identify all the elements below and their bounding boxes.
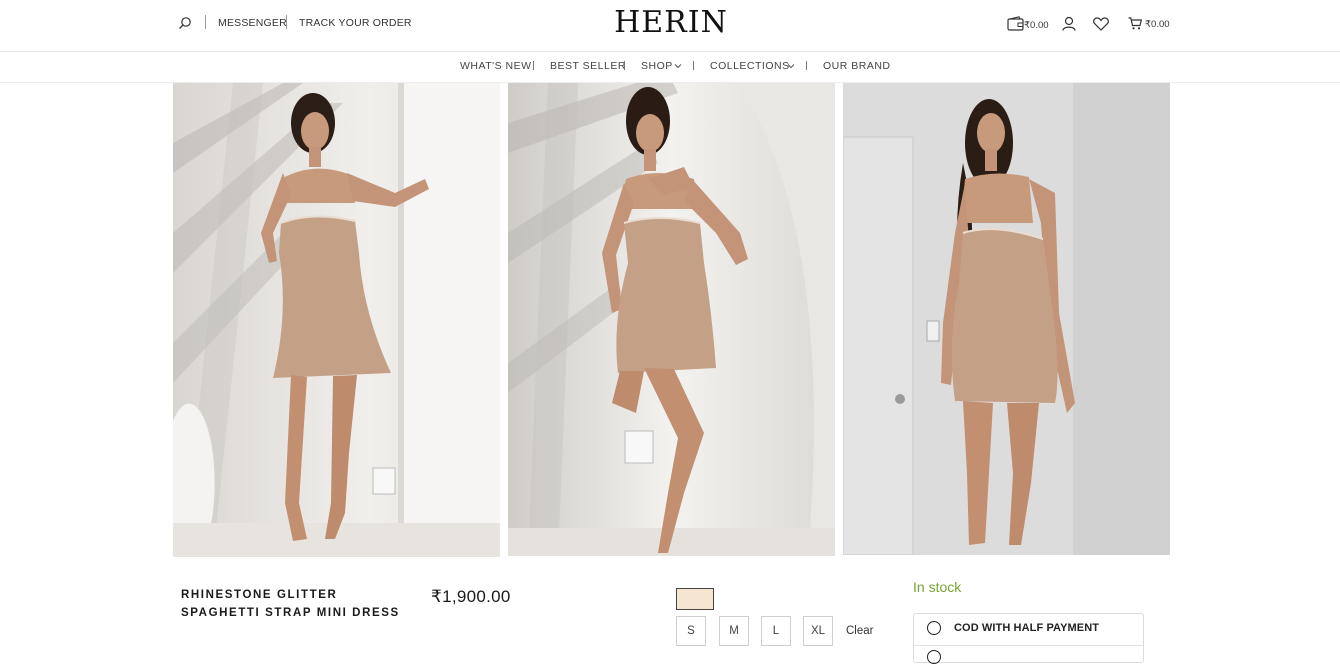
size-option-s[interactable]: S — [676, 616, 706, 646]
cod-half-payment-radio[interactable] — [927, 621, 941, 635]
wallet-amount[interactable]: ₹0.00 — [1024, 20, 1049, 31]
nav-divider — [533, 61, 534, 70]
stock-status: In stock — [913, 579, 962, 595]
chevron-down-icon[interactable] — [787, 63, 795, 69]
track-order-link[interactable]: TRACK YOUR ORDER — [299, 17, 412, 29]
cod-half-payment-label[interactable]: COD WITH HALF PAYMENT — [954, 622, 1099, 634]
product-title: RHINESTONE GLITTER SPAGHETTI STRAP MINI … — [181, 586, 421, 622]
product-image-1[interactable] — [173, 83, 500, 557]
nav-our-brand[interactable]: OUR BRAND — [823, 60, 891, 72]
nav-best-seller[interactable]: BEST SELLER — [550, 60, 626, 72]
product-image-2[interactable] — [508, 83, 835, 556]
product-image-3[interactable] — [843, 83, 1170, 555]
search-icon[interactable] — [178, 16, 192, 30]
nav-collections[interactable]: COLLECTIONS — [710, 60, 790, 72]
user-icon[interactable] — [1062, 16, 1076, 31]
payment-divider — [914, 645, 1143, 646]
payment-options: COD WITH HALF PAYMENT — [913, 613, 1144, 664]
messenger-link[interactable]: MESSENGER — [218, 17, 287, 29]
product-title-line1: RHINESTONE GLITTER — [181, 589, 338, 601]
nav-divider — [806, 61, 807, 70]
nav-whats-new[interactable]: WHAT'S NEW — [460, 60, 532, 72]
heart-icon[interactable] — [1093, 17, 1109, 31]
nav-divider — [624, 61, 625, 70]
header-divider — [286, 15, 287, 29]
brand-logo[interactable]: HERIN — [590, 5, 752, 40]
payment-radio-2[interactable] — [927, 650, 941, 664]
size-option-m[interactable]: M — [719, 616, 749, 646]
chevron-down-icon[interactable] — [674, 63, 682, 69]
color-swatch-nude[interactable] — [676, 588, 714, 610]
header-divider — [205, 15, 206, 29]
nav-divider — [693, 61, 694, 70]
wallet-icon[interactable] — [1007, 16, 1025, 31]
size-option-l[interactable]: L — [761, 616, 791, 646]
size-option-xl[interactable]: XL — [803, 616, 833, 646]
nav-shop[interactable]: SHOP — [641, 60, 673, 72]
cart-amount[interactable]: ₹0.00 — [1145, 19, 1170, 30]
cart-icon[interactable] — [1128, 17, 1142, 30]
product-price: ₹1,900.00 — [431, 587, 511, 606]
product-title-line2: SPAGHETTI STRAP MINI DRESS — [181, 607, 400, 619]
clear-selection-link[interactable]: Clear — [846, 625, 873, 637]
